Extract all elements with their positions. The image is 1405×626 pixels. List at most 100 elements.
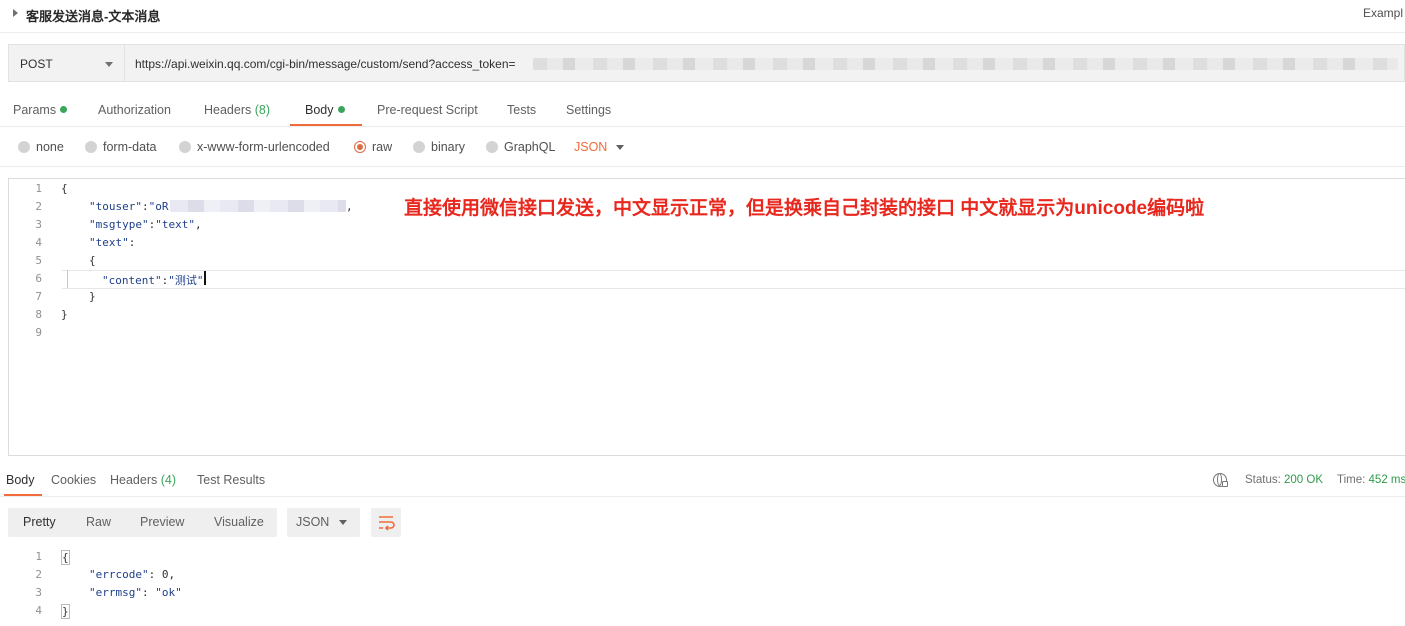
- code-brace-close: }: [61, 308, 68, 321]
- radio-none[interactable]: [18, 141, 30, 153]
- time-value: 452 ms: [1368, 474, 1405, 486]
- radio-graphql[interactable]: [486, 141, 498, 153]
- access-token-redaction: [533, 58, 1398, 70]
- json-number: 0: [161, 568, 169, 581]
- radio-urlencoded[interactable]: [179, 141, 191, 153]
- view-pretty-button[interactable]: Pretty: [23, 515, 56, 529]
- chevron-down-icon[interactable]: [616, 145, 624, 150]
- wrap-lines-icon: [379, 516, 395, 531]
- divider: [0, 126, 1405, 127]
- body-indicator-dot: [337, 106, 345, 113]
- tab-settings[interactable]: Settings: [566, 103, 611, 117]
- code-brace-close: }: [61, 604, 70, 619]
- annotation-text: 直接使用微信接口发送，中文显示正常，但是换乘自己封装的接口 中文就显示为unic…: [404, 198, 1205, 219]
- params-indicator-dot: [60, 106, 68, 113]
- code-brace-open: {: [61, 550, 70, 565]
- radio-raw-label[interactable]: raw: [372, 140, 392, 154]
- response-status: Status: 200 OK: [1245, 474, 1323, 486]
- tab-params-label: Params: [13, 103, 57, 117]
- code-brace-open: {: [89, 254, 96, 267]
- line-number: 2: [35, 568, 42, 581]
- response-time[interactable]: Time: 452 ms: [1337, 474, 1405, 486]
- line-number: 9: [35, 326, 42, 339]
- tab-authorization[interactable]: Authorization: [98, 103, 171, 117]
- status-label: Status:: [1245, 474, 1281, 486]
- json-string: "ok": [155, 586, 182, 599]
- code-line-msgtype: "msgtype":"text",: [89, 218, 202, 231]
- time-label: Time:: [1337, 474, 1366, 486]
- json-key: "msgtype": [89, 218, 149, 231]
- url-input[interactable]: https://api.weixin.qq.com/cgi-bin/messag…: [124, 44, 1405, 82]
- json-key: "errmsg": [89, 586, 142, 599]
- examples-link[interactable]: Exampl: [1363, 6, 1403, 20]
- radio-form-data[interactable]: [85, 141, 97, 153]
- response-headers-count: (4): [160, 473, 177, 487]
- method-select[interactable]: POST: [8, 44, 124, 82]
- radio-binary-label[interactable]: binary: [431, 140, 465, 154]
- response-tab-headers[interactable]: Headers (4): [110, 473, 176, 487]
- tab-params[interactable]: Params: [13, 103, 68, 117]
- json-string: "测试": [168, 274, 204, 287]
- response-tab-headers-label: Headers: [110, 473, 158, 487]
- json-string: "oR: [148, 200, 169, 213]
- json-key: "errcode": [89, 568, 149, 581]
- json-key: "content": [102, 274, 162, 287]
- response-tab-body[interactable]: Body: [6, 473, 35, 487]
- headers-count: (8): [254, 103, 271, 117]
- radio-graphql-label[interactable]: GraphQL: [504, 140, 555, 154]
- response-tab-test-results[interactable]: Test Results: [197, 473, 265, 487]
- url-text: https://api.weixin.qq.com/cgi-bin/messag…: [135, 57, 516, 71]
- chevron-down-icon: [105, 62, 113, 67]
- wrap-lines-button[interactable]: [371, 508, 401, 537]
- method-label: POST: [20, 57, 53, 71]
- language-select[interactable]: JSON: [574, 140, 607, 154]
- view-raw-button[interactable]: Raw: [86, 515, 111, 529]
- code-line-errcode: "errcode": 0,: [89, 568, 176, 581]
- tab-body-label: Body: [305, 103, 334, 117]
- radio-raw[interactable]: [354, 141, 366, 153]
- divider: [0, 496, 1405, 497]
- code-line-text: "text":: [89, 236, 136, 249]
- line-number: 2: [35, 200, 42, 213]
- tab-tests[interactable]: Tests: [507, 103, 536, 117]
- line-number: 1: [35, 550, 42, 563]
- line-number: 3: [35, 218, 42, 231]
- code-line-errmsg: "errmsg": "ok": [89, 586, 182, 599]
- json-key: "touser": [89, 200, 142, 213]
- line-number: 5: [35, 254, 42, 267]
- json-comma: ,: [346, 200, 353, 213]
- divider: [0, 166, 1405, 167]
- json-key: "text": [89, 236, 129, 249]
- tab-body[interactable]: Body: [305, 103, 345, 117]
- status-value: 200 OK: [1284, 474, 1324, 486]
- text-cursor: [204, 271, 206, 285]
- line-number: 8: [35, 308, 42, 321]
- radio-form-data-label[interactable]: form-data: [103, 140, 157, 154]
- code-line-content: "content":"测试": [102, 274, 204, 287]
- openid-redaction: [170, 200, 346, 212]
- view-visualize-button[interactable]: Visualize: [214, 515, 264, 529]
- radio-urlencoded-label[interactable]: x-www-form-urlencoded: [197, 140, 330, 154]
- chevron-down-icon: [339, 520, 347, 525]
- line-number: 6: [35, 272, 42, 285]
- collapse-caret-icon[interactable]: [13, 9, 18, 17]
- code-line-touser: "touser":"oR: [89, 200, 169, 213]
- active-line-highlight: [62, 270, 1405, 289]
- response-format-label: JSON: [296, 515, 330, 529]
- request-title[interactable]: 客服发送消息-文本消息: [26, 6, 160, 25]
- tab-headers[interactable]: Headers (8): [204, 103, 270, 117]
- indent-guide: [67, 270, 68, 288]
- line-number: 3: [35, 586, 42, 599]
- view-preview-button[interactable]: Preview: [140, 515, 184, 529]
- radio-binary[interactable]: [413, 141, 425, 153]
- tab-headers-label: Headers: [204, 103, 252, 117]
- line-number: 4: [35, 604, 42, 617]
- line-number: 4: [35, 236, 42, 249]
- globe-icon[interactable]: [1213, 473, 1228, 487]
- radio-none-label[interactable]: none: [36, 140, 64, 154]
- response-tab-cookies[interactable]: Cookies: [51, 473, 96, 487]
- request-title-bar: 客服发送消息-文本消息 Exampl: [0, 0, 1405, 33]
- tab-prerequest-script[interactable]: Pre-request Script: [377, 103, 478, 117]
- line-number: 1: [35, 182, 42, 195]
- line-number: 7: [35, 290, 42, 303]
